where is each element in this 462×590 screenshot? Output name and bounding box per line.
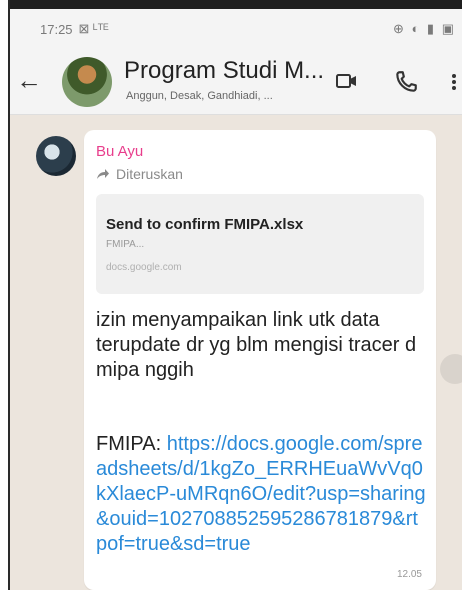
- preview-domain: docs.google.com: [106, 262, 182, 273]
- chat-title[interactable]: Program Studi M...: [124, 57, 324, 85]
- forwarded-indicator: Diteruskan: [96, 166, 183, 182]
- message-link-block: FMIPA: https://docs.google.com/spreadshe…: [96, 432, 426, 557]
- phone-screen: 17:25 ⊠ ᴸᵀᴱ ⊕ ◐ ▮ ▣ ← Program Studi M...…: [8, 0, 462, 590]
- link-prefix: FMIPA:: [96, 433, 167, 455]
- status-icons: ⊕ ◐ ▮ ▣: [392, 21, 456, 36]
- group-avatar[interactable]: [62, 57, 112, 107]
- sender-avatar[interactable]: [36, 136, 76, 176]
- video-call-icon[interactable]: [335, 69, 359, 93]
- chat-header: ← Program Studi M... Anggun, Desak, Gand…: [10, 49, 462, 115]
- preview-title: Send to confirm FMIPA.xlsx: [106, 216, 304, 233]
- preview-description: FMIPA...: [106, 239, 145, 250]
- status-bar: 17:25 ⊠ ᴸᵀᴱ ⊕ ◐ ▮ ▣: [10, 9, 462, 49]
- status-time: 17:25: [40, 21, 73, 37]
- forwarded-label: Diteruskan: [116, 166, 183, 182]
- sender-name[interactable]: Bu Ayu: [96, 143, 143, 160]
- message-time: 12.05: [396, 569, 422, 580]
- scroll-button[interactable]: [440, 354, 462, 384]
- top-bezel: [10, 0, 462, 9]
- chat-participants[interactable]: Anggun, Desak, Gandhiadi, ...: [126, 90, 273, 102]
- status-extra: ⊠ ᴸᵀᴱ: [78, 21, 109, 36]
- link-preview-card[interactable]: Send to confirm FMIPA.xlsx FMIPA... docs…: [96, 194, 424, 294]
- more-options-icon[interactable]: [450, 73, 458, 91]
- forward-arrow-icon: [97, 169, 109, 179]
- back-arrow-icon[interactable]: ←: [16, 67, 42, 93]
- message-bubble[interactable]: Bu Ayu Diteruskan Send to confirm FMIPA.…: [84, 130, 436, 590]
- phone-call-icon[interactable]: [393, 69, 419, 95]
- message-text: izin menyampaikan link utk data terupdat…: [96, 309, 417, 381]
